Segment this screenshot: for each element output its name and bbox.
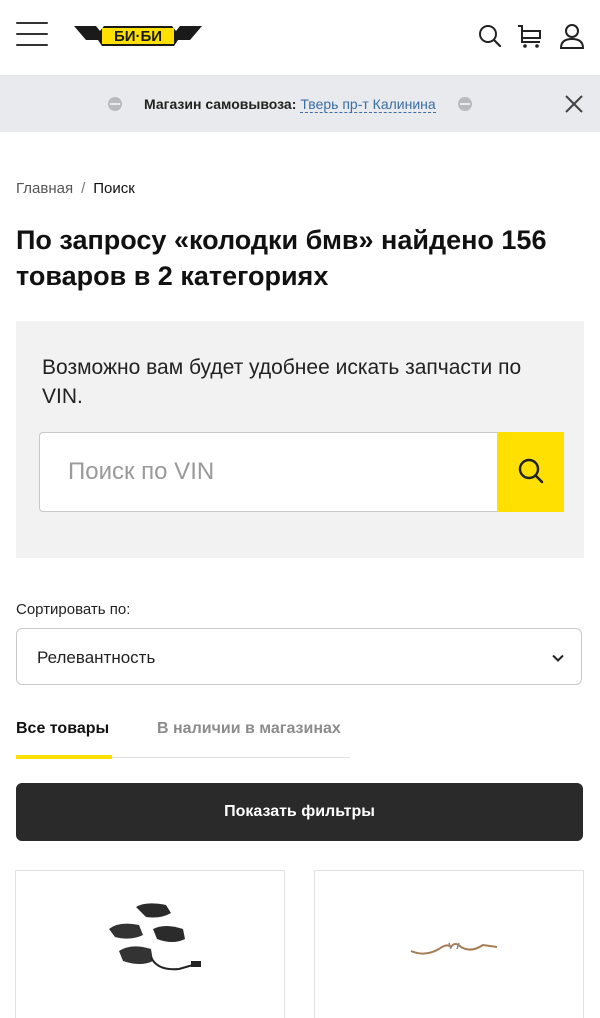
wear-sensor-wire-image [410,942,498,955]
breadcrumb-home-link[interactable]: Главная [16,180,73,197]
pickup-store-link[interactable]: Тверь пр-т Калинина [300,96,436,113]
pickup-store-bar: Магазин самовывоза: Тверь пр-т Калинина [0,76,600,132]
active-tab-indicator [16,755,112,759]
page-title: По запросу «колодки бмв» найдено 156 тов… [16,225,547,291]
sort-label: Сортировать по: [16,601,131,618]
breadcrumb-current: Поиск [93,180,135,197]
cart-icon[interactable] [516,22,544,50]
sort-selected-value: Релевантность [37,648,156,667]
store-marker-icon [108,97,122,111]
vin-search-hint: Возможно вам будет удобнее искать запчас… [42,356,522,408]
store-marker-icon [457,97,472,111]
search-icon[interactable] [476,22,504,50]
logo-text: БИ·БИ [114,28,162,45]
user-icon[interactable] [558,22,586,50]
breadcrumb-separator: / [81,180,86,197]
show-filters-button[interactable]: Показать фильтры [16,783,583,841]
breadcrumb: Главная / Поиск [16,180,135,197]
vin-search-input[interactable] [39,432,499,512]
pickup-store-label: Магазин самовывоза: [144,96,297,112]
tab-in-stock[interactable]: В наличии в магазинах [157,720,341,738]
site-header: БИ·БИ [0,0,600,76]
chevron-down-icon [552,654,564,662]
logo[interactable]: БИ·БИ [74,22,202,50]
search-icon [518,458,543,483]
product-card[interactable] [15,870,285,1018]
sort-select[interactable]: Релевантность [16,628,582,685]
vin-search-button[interactable] [497,432,564,512]
close-icon[interactable] [563,93,585,115]
product-tabs: Все товары В наличии в магазинах [16,716,350,759]
vin-search-panel: Возможно вам будет удобнее искать запчас… [16,321,584,558]
tab-all-products[interactable]: Все товары [16,720,109,738]
hamburger-menu-icon[interactable] [16,22,48,48]
product-card[interactable] [314,870,584,1018]
brake-pads-set-image [109,903,201,971]
